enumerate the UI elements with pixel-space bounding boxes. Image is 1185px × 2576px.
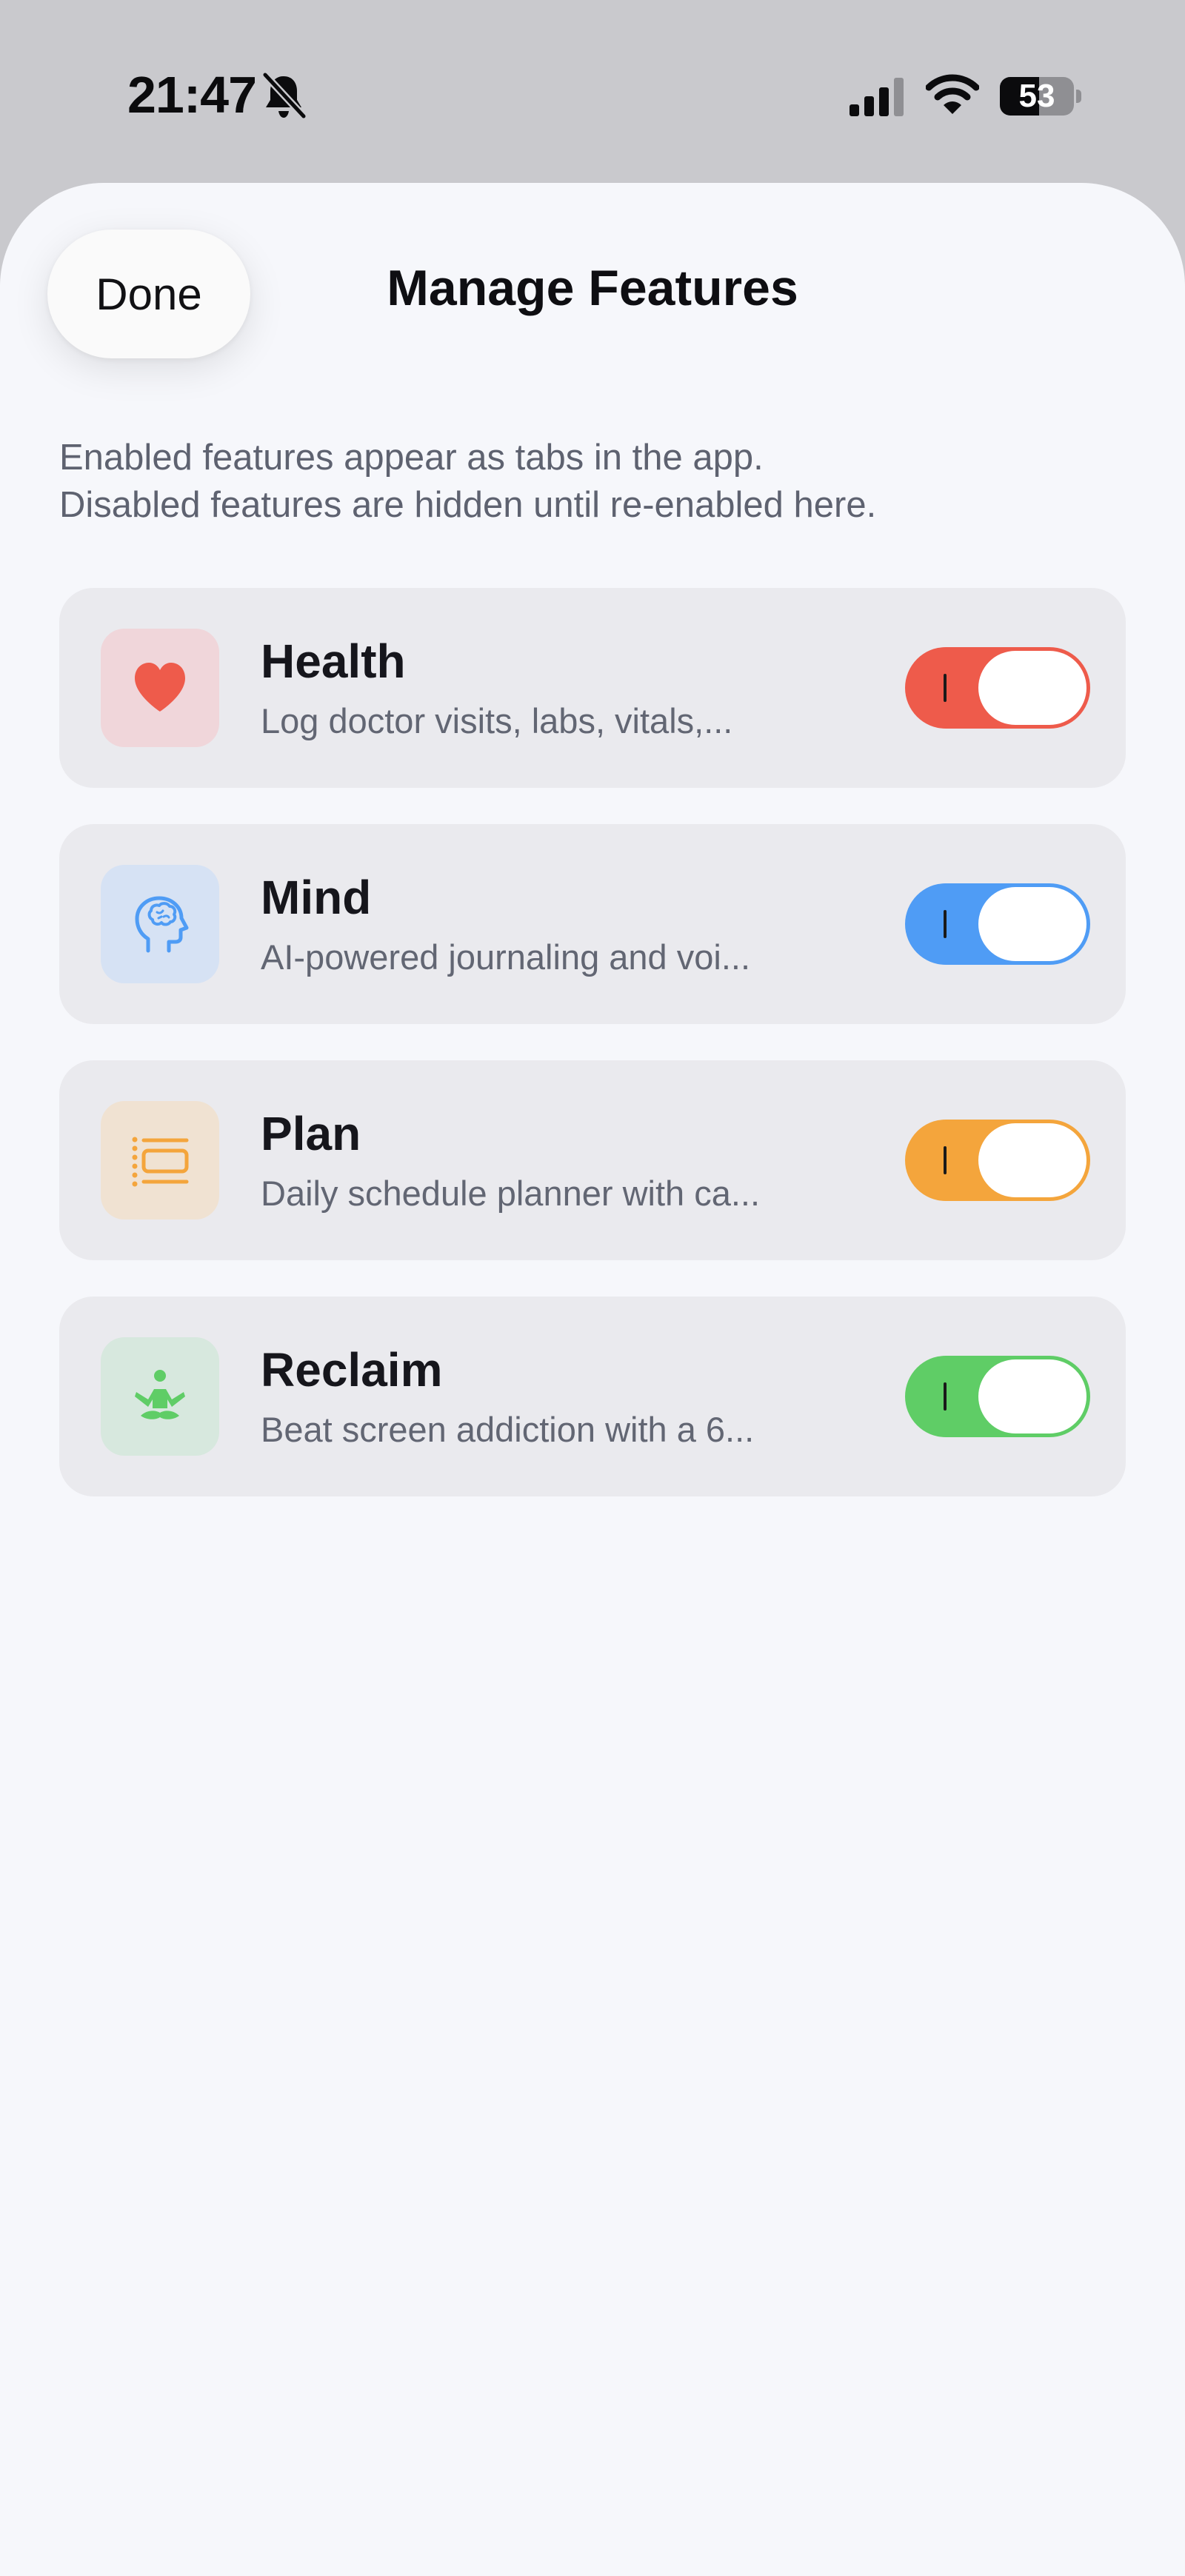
toggle-on-indicator <box>944 1382 947 1411</box>
feature-description-reclaim: Beat screen addiction with a 6... <box>261 1410 755 1449</box>
status-bar: 21:47 53 <box>0 0 1185 185</box>
feature-icon-tile-health <box>101 629 219 747</box>
feature-card-health: Health Log doctor visits, labs, vitals,.… <box>59 588 1126 788</box>
meditation-icon <box>135 1370 185 1419</box>
toggle-reclaim[interactable] <box>905 1356 1090 1437</box>
battery-percentage: 53 <box>1018 78 1055 114</box>
toggle-plan[interactable] <box>905 1120 1090 1201</box>
features-description: Enabled features appear as tabs in the a… <box>59 434 1126 529</box>
brain-head-icon <box>135 896 189 953</box>
toggle-knob <box>978 651 1086 725</box>
feature-card-reclaim: Reclaim Beat screen addiction with a 6..… <box>59 1297 1126 1496</box>
toggle-on-indicator <box>944 1146 947 1174</box>
feature-icon-tile-mind <box>101 865 219 983</box>
description-line-2: Disabled features are hidden until re-en… <box>59 485 877 525</box>
feature-description-health: Log doctor visits, labs, vitals,... <box>261 701 733 740</box>
feature-description-plan: Daily schedule planner with ca... <box>261 1174 761 1213</box>
feature-name-health: Health <box>261 635 406 688</box>
toggle-knob <box>978 887 1086 961</box>
schedule-list-icon <box>132 1137 189 1187</box>
page-title: Manage Features <box>387 260 798 316</box>
feature-card-plan: Plan Daily schedule planner with ca... <box>59 1060 1126 1260</box>
toggle-knob <box>978 1123 1086 1197</box>
feature-name-mind: Mind <box>261 871 372 924</box>
battery-cap <box>1076 90 1081 103</box>
feature-icon-tile-plan <box>101 1101 219 1220</box>
toggle-on-indicator <box>944 674 947 702</box>
wifi-icon <box>926 74 979 114</box>
toggle-on-indicator <box>944 910 947 938</box>
toggle-knob <box>978 1359 1086 1433</box>
heart-icon <box>135 663 185 712</box>
feature-icon-tile-reclaim <box>101 1337 219 1456</box>
feature-card-mind: Mind AI-powered journaling and voi... <box>59 824 1126 1024</box>
feature-description-mind: AI-powered journaling and voi... <box>261 937 751 977</box>
description-line-1: Enabled features appear as tabs in the a… <box>59 438 764 478</box>
toggle-health[interactable] <box>905 647 1090 729</box>
status-time: 21:47 <box>127 66 257 124</box>
battery-indicator: 53 <box>1000 77 1081 116</box>
cellular-signal-icon <box>849 78 904 116</box>
battery-body: 53 <box>1000 77 1074 116</box>
feature-name-reclaim: Reclaim <box>261 1343 443 1396</box>
bell-slash-icon <box>261 71 307 120</box>
toggle-mind[interactable] <box>905 883 1090 965</box>
feature-name-plan: Plan <box>261 1107 361 1160</box>
